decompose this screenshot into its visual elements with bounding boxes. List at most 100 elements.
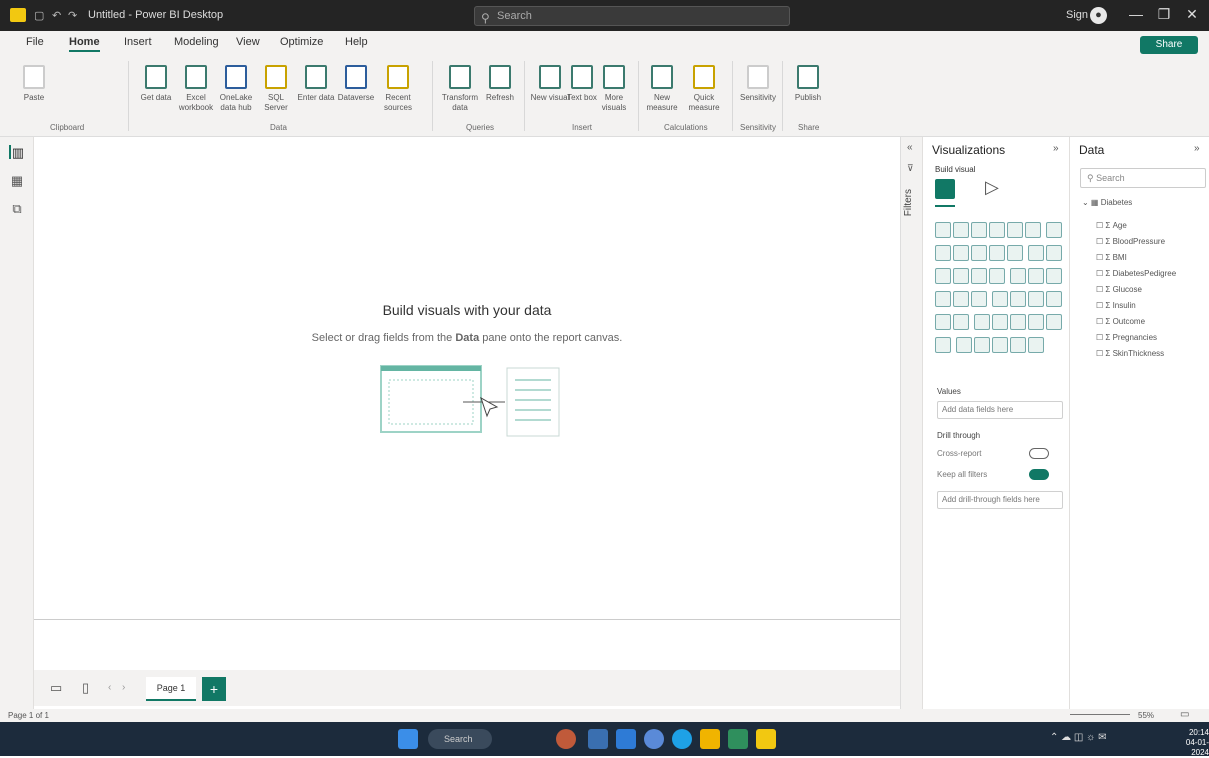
line-chart-icon[interactable] [1046, 222, 1063, 238]
dataverse-button[interactable]: Dataverse [336, 65, 376, 103]
minimize-icon[interactable]: — [1126, 6, 1146, 22]
add-page-button[interactable]: + [202, 677, 226, 701]
filled-map-icon[interactable] [1028, 268, 1045, 284]
desktop-layout-icon[interactable]: ▭ [50, 680, 62, 696]
excel-workbook-button[interactable]: Excel workbook [176, 65, 216, 113]
chrome-icon[interactable] [644, 729, 664, 749]
table-view-icon[interactable]: ▦ [9, 173, 25, 188]
undo-icon[interactable]: ↶ [52, 9, 61, 22]
scatter-icon[interactable] [935, 268, 951, 284]
field-item[interactable]: ☐ Σ Glucose [1096, 285, 1142, 294]
goals-icon[interactable] [1046, 314, 1063, 330]
map-icon[interactable] [1010, 268, 1027, 284]
prev-page-icon[interactable]: ‹ [108, 682, 111, 693]
filters-strip[interactable]: « ⊽ Filters [900, 137, 922, 709]
slicer-icon[interactable] [1028, 291, 1045, 307]
taskbar-search[interactable]: Search [428, 729, 492, 749]
global-search-input[interactable]: ⚲ Search [474, 6, 790, 26]
field-item[interactable]: ☐ Σ DiabetesPedigree [1096, 269, 1176, 278]
funnel-chart-icon[interactable] [1046, 245, 1063, 261]
paginated-icon[interactable] [935, 337, 951, 353]
format-visual-icon[interactable]: ▷ [985, 177, 999, 198]
expand-icon[interactable]: » [1053, 143, 1059, 154]
values-well[interactable]: Add data fields here [937, 401, 1063, 419]
stacked-bar-icon[interactable] [935, 222, 951, 238]
multi-row-card-icon[interactable] [992, 291, 1009, 307]
transform-data-button[interactable]: Transform data [440, 65, 480, 113]
avatar[interactable]: ● [1090, 7, 1107, 24]
sensitivity-button[interactable]: Sensitivity [738, 65, 778, 103]
kpi-icon[interactable] [1010, 291, 1027, 307]
tab-optimize[interactable]: Optimize [280, 36, 323, 48]
zoom-slider[interactable] [1070, 714, 1130, 715]
collapse-icon[interactable]: « [907, 142, 913, 153]
field-item[interactable]: ☐ Σ Insulin [1096, 301, 1136, 310]
folder-icon[interactable] [700, 729, 720, 749]
power-bi-taskbar-icon[interactable] [756, 729, 776, 749]
fit-to-page-icon[interactable]: ▭ [1180, 709, 1189, 720]
python-visual-icon[interactable] [953, 314, 969, 330]
tab-file[interactable]: File [26, 36, 44, 48]
gauge-icon[interactable] [953, 291, 969, 307]
stacked-column-icon[interactable] [953, 222, 969, 238]
keep-filters-toggle[interactable] [1029, 469, 1049, 480]
tab-view[interactable]: View [236, 36, 260, 48]
filters-label[interactable]: Filters [903, 189, 914, 216]
system-clock[interactable]: 20:14 04-01-2024 [1170, 728, 1209, 758]
edge-icon[interactable] [672, 729, 692, 749]
power-apps-icon[interactable] [956, 337, 973, 353]
model-view-icon[interactable]: ⧉ [9, 201, 25, 216]
publish-button[interactable]: Publish [788, 65, 828, 103]
close-icon[interactable]: ✕ [1182, 6, 1202, 23]
pie-icon[interactable] [953, 268, 969, 284]
tab-insert[interactable]: Insert [124, 36, 152, 48]
r-visual-icon[interactable] [935, 314, 951, 330]
azure-map-icon[interactable] [1046, 268, 1063, 284]
waterfall-icon[interactable] [1028, 245, 1045, 261]
redo-icon[interactable]: ↷ [68, 9, 77, 22]
table-visual-icon[interactable] [1046, 291, 1063, 307]
table-item[interactable]: ⌄ ▦ Diabetes [1082, 198, 1132, 207]
quick-measure-button[interactable]: Quick measure [684, 65, 724, 113]
field-item[interactable]: ☐ Σ Outcome [1096, 317, 1145, 326]
more-visuals-icon[interactable] [1028, 337, 1045, 353]
share-button[interactable]: Share [1140, 36, 1198, 54]
sql-server-button[interactable]: SQL Server [256, 65, 296, 113]
recent-sources-button[interactable]: Recent sources [378, 65, 418, 113]
field-item[interactable]: ☐ Σ Pregnancies [1096, 333, 1157, 342]
drill-through-well[interactable]: Add drill-through fields here [937, 491, 1063, 509]
task-view-icon[interactable] [588, 729, 608, 749]
mobile-layout-icon[interactable]: ▯ [82, 680, 89, 696]
page-tab-1[interactable]: Page 1 [146, 677, 196, 701]
store-icon[interactable] [728, 729, 748, 749]
paste-button[interactable]: Paste [14, 65, 54, 103]
cross-report-toggle[interactable] [1029, 448, 1049, 459]
system-tray-icon[interactable]: ⌃ ☁ ◫ ☼ ✉ [1050, 732, 1106, 743]
clustered-column-icon[interactable] [989, 222, 1005, 238]
report-canvas[interactable]: Build visuals with your data Select or d… [34, 137, 900, 619]
arcgis-icon[interactable] [935, 291, 951, 307]
line-column-icon[interactable] [971, 245, 987, 261]
get-data-button[interactable]: Get data [136, 65, 176, 103]
expand-icon[interactable]: » [1194, 143, 1200, 154]
next-page-icon[interactable]: › [122, 682, 125, 693]
field-item[interactable]: ☐ Σ BMI [1096, 253, 1127, 262]
enter-data-button[interactable]: Enter data [296, 65, 336, 103]
shape-map-icon[interactable] [1010, 337, 1027, 353]
refresh-button[interactable]: Refresh [480, 65, 520, 103]
widget-icon[interactable] [556, 729, 576, 749]
stacked-column-100-icon[interactable] [1025, 222, 1041, 238]
donut-icon[interactable] [971, 268, 987, 284]
file-explorer-icon[interactable] [616, 729, 636, 749]
narrative-icon[interactable] [1028, 314, 1045, 330]
build-visual-icon[interactable] [935, 179, 955, 199]
decomposition-tree-icon[interactable] [992, 314, 1009, 330]
stacked-bar-100-icon[interactable] [1007, 222, 1023, 238]
onelake-button[interactable]: OneLake data hub [216, 65, 256, 113]
more-visuals-button[interactable]: More visuals [594, 65, 634, 113]
key-influencers-icon[interactable] [974, 314, 991, 330]
tab-modeling[interactable]: Modeling [174, 36, 219, 48]
new-measure-button[interactable]: New measure [642, 65, 682, 113]
power-automate-icon[interactable] [974, 337, 991, 353]
maximize-icon[interactable]: ❐ [1154, 6, 1174, 23]
